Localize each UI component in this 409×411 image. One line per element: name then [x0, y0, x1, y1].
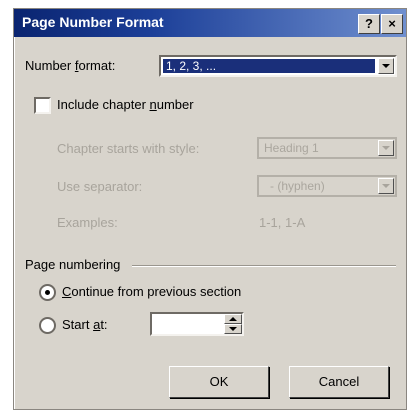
- group-divider: [132, 265, 396, 267]
- number-format-select[interactable]: 1, 2, 3, ...: [159, 55, 397, 77]
- include-chapter-checkbox[interactable]: [34, 97, 51, 114]
- ok-button[interactable]: OK: [169, 366, 269, 398]
- separator-label: Use separator:: [57, 179, 143, 194]
- chevron-down-icon[interactable]: [378, 178, 394, 194]
- chapter-style-label: Chapter starts with style:: [57, 141, 200, 156]
- chapter-style-select[interactable]: Heading 1: [257, 137, 397, 159]
- cancel-button[interactable]: Cancel: [289, 366, 389, 398]
- dialog-title: Page Number Format: [22, 14, 164, 30]
- radio-selected-dot: [45, 290, 50, 295]
- chevron-down-icon[interactable]: [378, 140, 394, 156]
- number-format-value: 1, 2, 3, ...: [163, 59, 375, 73]
- start-at-input[interactable]: [150, 312, 244, 336]
- separator-value: - (hyphen): [270, 179, 325, 193]
- start-at-radio[interactable]: [39, 317, 56, 334]
- include-chapter-label: Include chapter number: [57, 97, 194, 112]
- examples-label: Examples:: [57, 215, 118, 230]
- continue-radio[interactable]: [39, 284, 56, 301]
- page-number-format-dialog: Page Number Format ? × Number format: 1,…: [13, 8, 407, 410]
- spin-up-icon[interactable]: [224, 314, 242, 324]
- chevron-down-icon[interactable]: [378, 58, 394, 74]
- number-format-label: Number format:: [25, 58, 116, 73]
- help-button[interactable]: ?: [358, 14, 380, 34]
- chapter-style-value: Heading 1: [264, 141, 319, 155]
- spin-down-icon[interactable]: [224, 324, 242, 334]
- separator-select[interactable]: - (hyphen): [257, 175, 397, 197]
- examples-value: 1-1, 1-A: [259, 215, 306, 230]
- page-numbering-label: Page numbering: [25, 257, 121, 272]
- start-at-label: Start at:: [62, 317, 108, 332]
- continue-label: Continue from previous section: [62, 284, 242, 299]
- close-button[interactable]: ×: [381, 14, 403, 34]
- title-bar: Page Number Format ? ×: [14, 9, 406, 37]
